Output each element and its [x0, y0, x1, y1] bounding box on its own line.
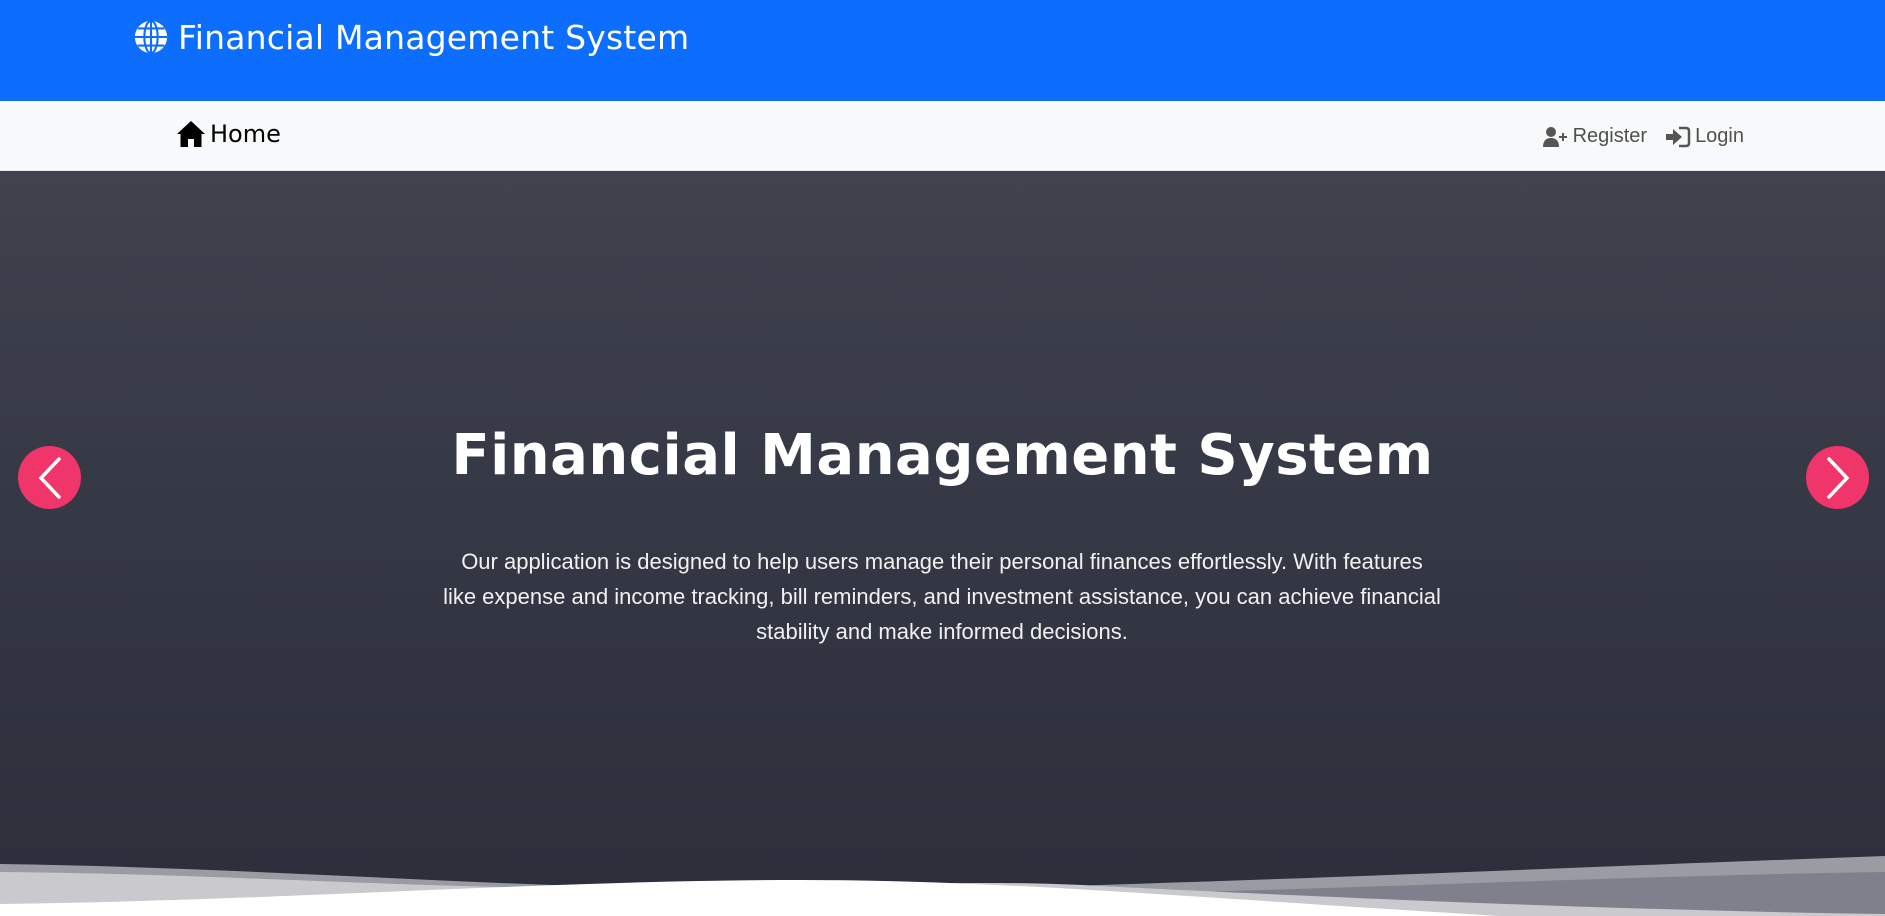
- user-plus-icon: [1542, 126, 1567, 147]
- nav-login-label: Login: [1695, 125, 1744, 147]
- nav-register-link[interactable]: Register: [1542, 125, 1648, 148]
- nav-register-label: Register: [1572, 125, 1648, 147]
- chevron-left-icon: [38, 456, 61, 499]
- hero-wave-divider: [0, 856, 1885, 916]
- nav-login-link[interactable]: Login: [1665, 125, 1744, 148]
- brand-title: Financial Management System: [178, 17, 690, 57]
- nav-home-label: Home: [210, 120, 281, 148]
- brand[interactable]: Financial Management System: [132, 16, 689, 58]
- main-navbar: Home Register Login: [0, 101, 1885, 171]
- carousel-prev-button[interactable]: [18, 446, 81, 509]
- nav-auth-links: Register Login: [1542, 125, 1744, 148]
- carousel-next-button[interactable]: [1806, 446, 1869, 509]
- hero-carousel: Financial Management System Our applicat…: [0, 171, 1885, 916]
- hero-title: Financial Management System: [451, 423, 1434, 488]
- globe-icon: [134, 19, 168, 55]
- chevron-right-icon: [1826, 456, 1849, 499]
- home-icon: [177, 121, 205, 147]
- nav-home-link[interactable]: Home: [176, 120, 281, 148]
- hero-description: Our application is designed to help user…: [443, 549, 1441, 644]
- top-header: Financial Management System: [0, 0, 1885, 101]
- sign-in-icon: [1666, 126, 1691, 147]
